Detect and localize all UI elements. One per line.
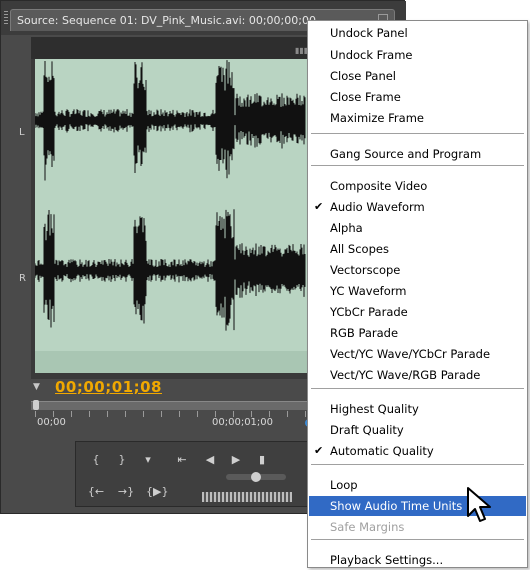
menu-item-label: YC Waveform [330, 284, 407, 298]
menu-item-label: Vectorscope [330, 263, 401, 277]
menu-item-label: Show Audio Time Units [330, 499, 463, 513]
menu-item-label: Undock Panel [330, 26, 408, 40]
menu-item-composite-video[interactable]: Composite Video [309, 176, 526, 196]
panel-context-menu: Undock Panel Undock Frame Close Panel Close… [307, 20, 528, 568]
menu-item-show-audio-time-units[interactable]: Show Audio Time Units [309, 496, 526, 516]
menu-item-draft-quality[interactable]: Draft Quality [309, 420, 526, 440]
menu-item-rgb-parade[interactable]: RGB Parade [309, 323, 526, 343]
menu-item-highest-quality[interactable]: Highest Quality [309, 399, 526, 419]
jog-wheel[interactable] [202, 492, 292, 502]
step-back-icon[interactable]: ◀ [200, 452, 220, 468]
mouse-pointer-icon [467, 487, 491, 522]
menu-item-label: Undock Frame [330, 48, 413, 62]
menu-separator [311, 165, 524, 166]
play-icon[interactable]: ▶ [226, 452, 246, 468]
menu-item-all-scopes[interactable]: All Scopes [309, 239, 526, 259]
menu-item-label: Gang Source and Program [330, 147, 482, 161]
menu-item-label: Alpha [330, 221, 363, 235]
set-marker-icon[interactable]: ▾ [138, 452, 158, 468]
menu-item-vect-yc-wave-rgb-parade[interactable]: Vect/YC Wave/RGB Parade [309, 365, 526, 385]
menu-item-label: Draft Quality [330, 423, 404, 437]
menu-item-label: Maximize Frame [330, 111, 424, 125]
channel-right-label: R [19, 273, 26, 284]
mark-out-icon[interactable]: } [112, 452, 132, 468]
menu-item-automatic-quality[interactable]: ✔ Automatic Quality [309, 441, 526, 461]
menu-item-audio-waveform[interactable]: ✔ Audio Waveform [309, 197, 526, 217]
menu-item-label: Loop [330, 478, 358, 492]
checkmark-icon: ✔ [314, 444, 324, 457]
menu-item-label: Vect/YC Wave/YCbCr Parade [330, 347, 491, 361]
menu-item-close-panel[interactable]: Close Panel [309, 66, 526, 86]
goto-out-icon[interactable]: →} [116, 484, 136, 500]
timeline-start-label: 00;00 [37, 417, 66, 428]
menu-item-undock-panel[interactable]: Undock Panel [309, 23, 526, 43]
menu-item-label: Close Frame [330, 90, 401, 104]
menu-item-label: Vect/YC Wave/RGB Parade [330, 368, 481, 382]
menu-separator [311, 388, 524, 389]
menu-item-label: Automatic Quality [330, 444, 434, 458]
menu-item-playback-settings[interactable]: Playback Settings... [309, 550, 526, 570]
source-tab-title: Source: Sequence 01: DV_Pink_Music.avi: … [17, 14, 316, 27]
panel-grip-handle[interactable] [4, 11, 8, 25]
menu-item-label: Safe Margins [330, 520, 405, 534]
menu-item-label: Close Panel [330, 69, 397, 83]
menu-separator [311, 539, 524, 540]
menu-item-yc-waveform[interactable]: YC Waveform [309, 281, 526, 301]
menu-item-vectorscope[interactable]: Vectorscope [309, 260, 526, 280]
menu-item-label: Composite Video [330, 179, 428, 193]
menu-item-ycbcr-parade[interactable]: YCbCr Parade [309, 302, 526, 322]
triangle-down-icon[interactable]: ▼ [33, 382, 40, 392]
checkmark-icon: ✔ [314, 200, 324, 213]
play-in-to-out-icon[interactable]: {▶} [146, 484, 168, 500]
mark-in-icon[interactable]: { [86, 452, 106, 468]
menu-item-maximize-frame[interactable]: Maximize Frame [309, 108, 526, 128]
menu-item-safe-margins: Safe Margins [309, 517, 526, 537]
menu-item-label: RGB Parade [330, 326, 399, 340]
menu-item-label: All Scopes [330, 242, 389, 256]
channel-left-label: L [19, 127, 25, 138]
menu-item-alpha[interactable]: Alpha [309, 218, 526, 238]
menu-item-close-frame[interactable]: Close Frame [309, 87, 526, 107]
goto-marker-icon[interactable]: ⇤ [172, 452, 192, 468]
menu-separator [311, 464, 524, 465]
menu-item-label: Audio Waveform [330, 200, 425, 214]
menu-item-vect-yc-wave-ycbcr-parade[interactable]: Vect/YC Wave/YCbCr Parade [309, 344, 526, 364]
goto-in-icon[interactable]: {← [86, 484, 106, 500]
zoom-scroll-thumb[interactable] [33, 400, 39, 410]
menu-item-gang-source-and-program[interactable]: Gang Source and Program [309, 144, 526, 164]
shuttle-knob[interactable] [251, 472, 261, 482]
menu-item-label: Playback Settings... [330, 553, 444, 567]
menu-item-label: Highest Quality [330, 402, 419, 416]
step-forward-icon[interactable]: ▮ [252, 452, 272, 468]
menu-item-undock-frame[interactable]: Undock Frame [309, 45, 526, 65]
menu-item-label: YCbCr Parade [330, 305, 408, 319]
timeline-mid-label: 00;00;01;00 [212, 417, 274, 428]
current-timecode[interactable]: 00;00;01;08 [55, 378, 162, 396]
shuttle-slider[interactable] [226, 472, 286, 482]
menu-item-loop[interactable]: Loop [309, 475, 526, 495]
menu-separator [311, 133, 524, 134]
